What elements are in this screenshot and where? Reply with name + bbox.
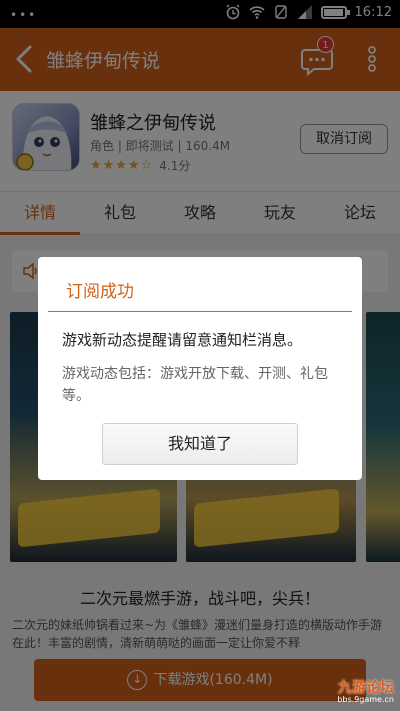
dialog-message: 游戏新动态提醒请留意通知栏消息。	[62, 331, 303, 349]
dialog-title: 订阅成功	[66, 282, 134, 302]
dialog-divider	[48, 311, 352, 312]
got-it-button[interactable]: 我知道了	[102, 423, 298, 465]
watermark-url: bbs.9game.cn	[337, 695, 394, 704]
watermark-text: 九游论坛	[338, 680, 394, 696]
watermark: 九游论坛 bbs.9game.cn	[296, 677, 396, 707]
subscribe-success-dialog: 订阅成功 游戏新动态提醒请留意通知栏消息。 游戏动态包括：游戏开放下载、开测、礼…	[38, 257, 362, 480]
dialog-sub-message: 游戏动态包括：游戏开放下载、开测、礼包等。	[62, 366, 328, 404]
